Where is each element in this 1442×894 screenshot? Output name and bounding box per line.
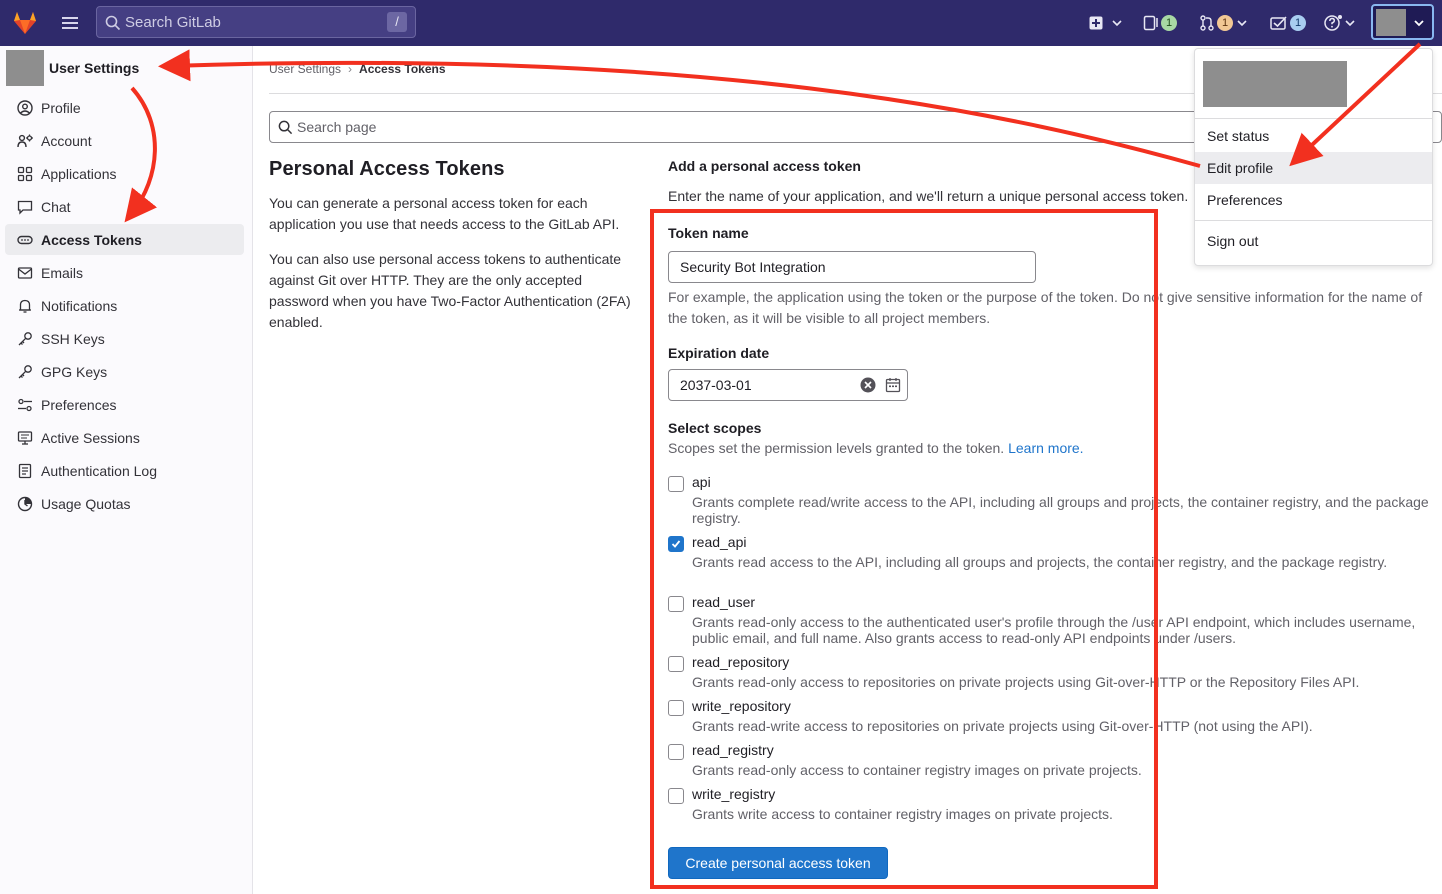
breadcrumb: User Settings › Access Tokens: [269, 62, 446, 76]
merge-requests-nav-button[interactable]: 1: [1199, 12, 1248, 34]
avatar: [1376, 9, 1406, 36]
issues-nav-button[interactable]: 1: [1143, 12, 1177, 34]
sidebar-item-label: GPG Keys: [41, 363, 108, 380]
sidebar-item-label: Authentication Log: [41, 462, 157, 479]
sidebar-nav: Profile Account Applications Chat Access…: [5, 92, 244, 521]
sidebar-item-label: Preferences: [41, 396, 117, 413]
breadcrumb-current[interactable]: Access Tokens: [359, 62, 446, 76]
merge-request-icon: [1200, 15, 1214, 31]
chevron-down-icon: [1345, 20, 1355, 27]
sidebar-item-label: Account: [41, 132, 92, 149]
chevron-down-icon: [1237, 20, 1247, 27]
sidebar-item-gpg-keys[interactable]: GPG Keys: [5, 356, 244, 387]
sidebar-item-label: Applications: [41, 165, 117, 182]
sidebar-item-preferences[interactable]: Preferences: [5, 389, 244, 420]
sidebar-item-label: Access Tokens: [41, 231, 142, 248]
sidebar-item-label: Active Sessions: [41, 429, 140, 446]
chevron-down-icon: [1414, 20, 1424, 27]
divider: [1195, 220, 1432, 221]
plus-square-icon: [1089, 16, 1103, 30]
sidebar-item-ssh-keys[interactable]: SSH Keys: [5, 323, 244, 354]
user-avatar: [6, 50, 44, 86]
intro-paragraph: You can also use personal access tokens …: [269, 251, 631, 330]
intro-paragraph: You can generate a personal access token…: [269, 195, 620, 232]
sidebar-item-label: SSH Keys: [41, 330, 105, 347]
sidebar-item-notifications[interactable]: Notifications: [5, 290, 244, 321]
page-title: Personal Access Tokens: [269, 158, 505, 180]
todo-check-icon: [1270, 16, 1287, 30]
chat-icon: [16, 198, 34, 216]
merge-requests-count-badge: 1: [1217, 15, 1233, 31]
monitor-icon: [16, 429, 34, 447]
chevron-down-icon: [1112, 20, 1122, 27]
help-icon: [1324, 15, 1342, 31]
menu-item-edit-profile[interactable]: Edit profile: [1195, 152, 1432, 184]
sidebar-item-label: Chat: [41, 198, 71, 215]
sidebar-item-label: Profile: [41, 99, 81, 116]
sidebar-header[interactable]: User Settings: [6, 50, 139, 86]
search-shortcut-key: /: [387, 12, 407, 32]
user-menu-dropdown: Set status Edit profile Preferences Sign…: [1194, 48, 1433, 266]
issues-icon: [1143, 15, 1158, 31]
todos-nav-button[interactable]: 1: [1270, 12, 1306, 34]
help-nav-button[interactable]: [1324, 12, 1356, 34]
global-search[interactable]: Search GitLab /: [96, 6, 416, 38]
profile-icon: [16, 99, 34, 117]
sidebar-item-chat[interactable]: Chat: [5, 191, 244, 222]
sidebar-item-authentication-log[interactable]: Authentication Log: [5, 455, 244, 486]
sidebar-item-profile[interactable]: Profile: [5, 92, 244, 123]
todos-count-badge: 1: [1290, 15, 1306, 31]
sidebar-item-emails[interactable]: Emails: [5, 257, 244, 288]
token-icon: [16, 231, 34, 249]
search-icon: [105, 15, 121, 31]
sidebar-item-account[interactable]: Account: [5, 125, 244, 156]
quota-icon: [16, 495, 34, 513]
sidebar-title: User Settings: [49, 60, 140, 76]
user-menu-button[interactable]: [1371, 4, 1434, 40]
form-description: Enter the name of your application, and …: [668, 188, 1189, 204]
breadcrumb-parent-link[interactable]: User Settings: [269, 62, 341, 76]
sidebar-item-applications[interactable]: Applications: [5, 158, 244, 189]
preferences-icon: [16, 396, 34, 414]
sidebar-item-label: Usage Quotas: [41, 495, 131, 512]
new-item-dropdown[interactable]: [1089, 12, 1123, 34]
sidebar-item-usage-quotas[interactable]: Usage Quotas: [5, 488, 244, 519]
sidebar-item-access-tokens[interactable]: Access Tokens: [5, 224, 244, 255]
divider: [1195, 118, 1432, 119]
sidebar-item-active-sessions[interactable]: Active Sessions: [5, 422, 244, 453]
log-icon: [16, 462, 34, 480]
search-placeholder: Search GitLab: [125, 14, 221, 31]
menu-item-sign-out[interactable]: Sign out: [1195, 225, 1432, 257]
search-page-input[interactable]: [297, 117, 897, 137]
key-icon: [16, 330, 34, 348]
key-icon: [16, 363, 34, 381]
menu-item-set-status[interactable]: Set status: [1195, 120, 1432, 152]
top-navbar: Search GitLab / 1 1 1: [0, 0, 1442, 46]
issues-count-badge: 1: [1161, 15, 1177, 31]
user-avatar: [1203, 61, 1347, 107]
gitlab-logo-icon[interactable]: [11, 9, 39, 37]
bell-icon: [16, 297, 34, 315]
annotation-highlight-box: [650, 209, 1158, 889]
menu-icon[interactable]: [60, 13, 80, 33]
search-icon: [278, 120, 293, 135]
account-icon: [16, 132, 34, 150]
mail-icon: [16, 264, 34, 282]
sidebar-item-label: Emails: [41, 264, 84, 281]
sidebar-item-label: Notifications: [41, 297, 118, 314]
breadcrumb-separator: ›: [348, 62, 353, 76]
settings-sidebar: User Settings Profile Account Applicatio…: [0, 46, 253, 894]
applications-icon: [16, 165, 34, 183]
menu-item-preferences[interactable]: Preferences: [1195, 184, 1432, 216]
intro-section: Personal Access Tokens You can generate …: [269, 158, 639, 347]
